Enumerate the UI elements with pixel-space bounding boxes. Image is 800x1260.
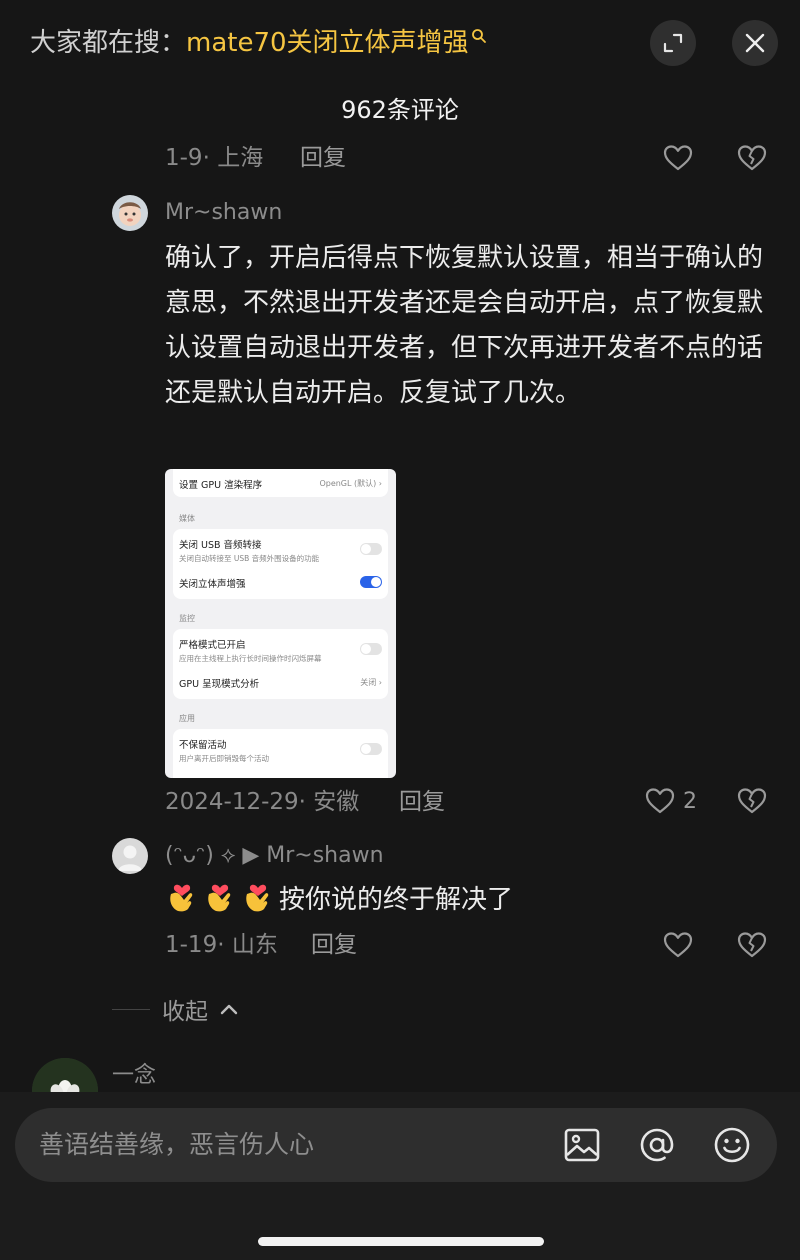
settings-row-subtitle: 关闭自动转接至 USB 音频外围设备的功能 [179,554,320,563]
comment-date-location: 1-19· 山东 [165,932,278,958]
comment-image[interactable]: 设置 GPU 渲染程序 OpenGL (默认) › 媒体 关闭 USB 音频转接… [165,469,396,778]
close-icon [745,33,765,53]
dislike-button[interactable] [737,787,767,819]
settings-row-title: 严格模式已开启 [179,640,246,651]
comment-username[interactable]: 一念 [112,1057,156,1089]
divider [112,1008,150,1010]
comment-count-title: 962条评论 [341,96,459,124]
search-suggestion-prefix: 大家都在搜： [30,28,187,58]
like-count: 2 [683,788,697,814]
chevron-up-icon [220,1004,238,1015]
settings-row-value-text: 关闭 [360,678,377,687]
comment-text: 确认了，开启后得点下恢复默认设置，相当于确认的意思，不然退出开发者还是会自动开启… [165,243,764,408]
comment-date-location: 1-9· 上海 [165,145,264,171]
settings-group: 关闭 USB 音频转接 关闭自动转接至 USB 音频外围设备的功能 关闭立体声增… [173,529,388,599]
settings-row-title: GPU 呈现模式分析 [179,679,260,690]
like-button[interactable] [663,931,693,959]
settings-row-usb-audio: 关闭 USB 音频转接 关闭自动转接至 USB 音频外围设备的功能 [179,537,382,564]
dislike-button[interactable] [737,931,767,963]
comment-username[interactable]: (ᵔᴗᵔ) ⟡ ▶ Mr~shawn [165,840,384,872]
broken-heart-icon [737,932,767,958]
comment-input[interactable]: 善语结善缘，恶言伤人心 [15,1108,777,1182]
comment-text-body: 按你说的终于解决了 [279,885,514,915]
collapse-replies-button[interactable]: 收起 [112,992,238,1026]
at-icon[interactable] [638,1126,676,1164]
settings-row-subtitle: 用户离开后即销毁每个活动 [179,754,269,763]
heart-icon [645,788,675,814]
settings-row-no-keep: 不保留活动 用户离开后即销毁每个活动 [179,737,382,764]
like-button[interactable] [663,144,693,172]
heart-hands-emoji [208,884,231,912]
dislike-button[interactable] [737,144,767,176]
comment-text: 按你说的终于解决了 [165,878,765,923]
heart-icon [663,932,693,958]
heart-icon [663,145,693,171]
expand-icon [663,33,683,53]
avatar[interactable] [112,838,148,874]
collapse-label: 收起 [162,999,208,1025]
avatar-image [112,195,148,231]
settings-group: 设置 GPU 渲染程序 OpenGL (默认) › [173,469,388,497]
search-suggestion[interactable]: 大家都在搜：mate70关闭立体声增强 [30,24,487,62]
broken-heart-icon [737,145,767,171]
comment-input-placeholder: 善语结善缘，恶言伤人心 [39,1130,315,1159]
settings-row-title: 关闭 USB 音频转接 [179,540,262,551]
toggle-switch [360,576,382,588]
settings-row-gpu-profile: GPU 呈现模式分析 关闭 › [179,676,382,690]
avatar[interactable] [112,195,148,231]
toggle-switch [360,643,382,655]
settings-row-stereo: 关闭立体声增强 [179,576,382,590]
settings-section-label: 应用 [179,714,195,723]
settings-section-label: 媒体 [179,514,195,523]
comment-username[interactable]: Mr~shawn [165,197,282,229]
settings-section-label: 监控 [179,614,195,623]
search-suggestion-query[interactable]: mate70关闭立体声增强 [186,28,469,58]
settings-row-value: OpenGL (默认) › [319,479,382,488]
settings-group: 不保留活动 用户离开后即销毁每个活动 [173,729,388,778]
close-button[interactable] [732,20,778,66]
reply-button[interactable]: 回复 [311,929,357,961]
settings-row-value-text: OpenGL (默认) [319,479,377,488]
settings-row-subtitle: 应用在主线程上执行长时间操作时闪烁屏幕 [179,654,322,663]
image-icon[interactable] [563,1126,601,1164]
heart-hands-emoji [246,884,269,912]
reply-button[interactable]: 回复 [399,786,445,818]
search-icon [471,29,486,43]
settings-row-gpu-renderer: 设置 GPU 渲染程序 OpenGL (默认) › [179,477,382,491]
home-indicator[interactable] [258,1237,544,1246]
comment-input-area: 善语结善缘，恶言伤人心 [0,1092,800,1260]
settings-group: 严格模式已开启 应用在主线程上执行长时间操作时闪烁屏幕 GPU 呈现模式分析 关… [173,629,388,699]
toggle-switch [360,543,382,555]
settings-row-title: 关闭立体声增强 [179,579,246,590]
expand-button[interactable] [650,20,696,66]
comment-date-location: 2024-12-29· 安徽 [165,789,360,815]
comments-page: 大家都在搜：mate70关闭立体声增强 962条评论 1-9· 上海 回复 Mr… [0,0,800,1260]
toggle-switch [360,743,382,755]
default-avatar-icon [112,838,148,874]
reply-button[interactable]: 回复 [300,142,346,174]
settings-row-strict-mode: 严格模式已开启 应用在主线程上执行长时间操作时闪烁屏幕 [179,637,382,664]
heart-hands-emoji [170,884,193,912]
like-button[interactable]: 2 [645,787,697,815]
settings-row-title: 不保留活动 [179,740,227,751]
smile-icon[interactable] [713,1126,751,1164]
settings-row-value: 关闭 › [360,678,382,687]
broken-heart-icon [737,788,767,814]
top-bar: 大家都在搜：mate70关闭立体声增强 [0,0,800,90]
